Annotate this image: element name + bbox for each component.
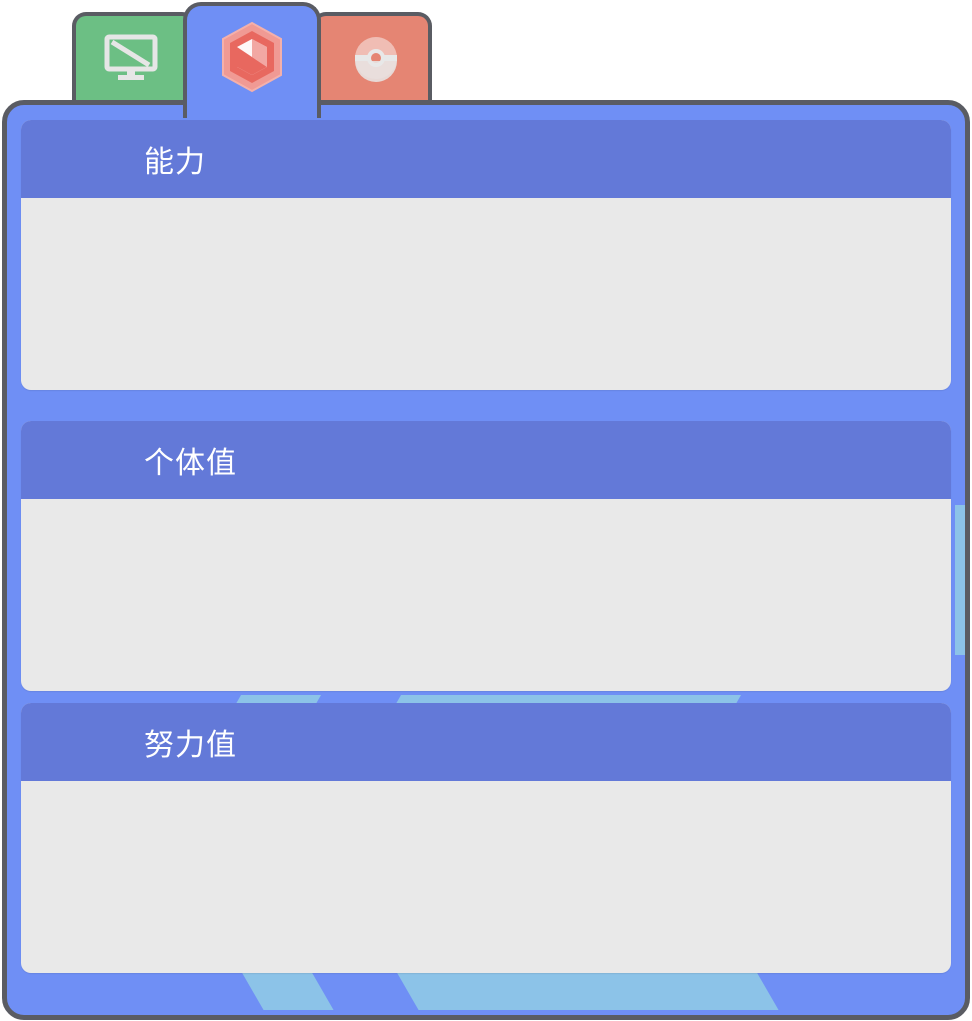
ability-title: 能力	[144, 145, 206, 180]
ability-card-header: 能力	[21, 120, 951, 198]
ev-title: 努力值	[144, 728, 237, 763]
decor-stripe	[240, 970, 334, 1010]
iv-title: 个体值	[144, 446, 237, 481]
ev-card-header: 努力值	[21, 703, 951, 781]
iv-card-body	[21, 499, 951, 691]
stats-panel: 能力 个体值 努力值	[2, 100, 970, 1020]
ability-card-body	[21, 198, 951, 390]
tab-stats[interactable]	[183, 2, 321, 118]
tab-info[interactable]	[72, 12, 196, 112]
decor-stripe	[395, 970, 779, 1010]
ability-card: 能力	[21, 120, 951, 390]
monitor-icon	[104, 34, 158, 86]
pokeball-icon	[351, 33, 401, 87]
hexagon-chart-icon	[217, 19, 287, 99]
ev-card: 努力值	[21, 703, 951, 973]
iv-card: 个体值	[21, 421, 951, 691]
ev-card-body	[21, 781, 951, 973]
decor-stripe	[955, 505, 965, 655]
iv-card-header: 个体值	[21, 421, 951, 499]
tab-ball[interactable]	[312, 12, 432, 112]
